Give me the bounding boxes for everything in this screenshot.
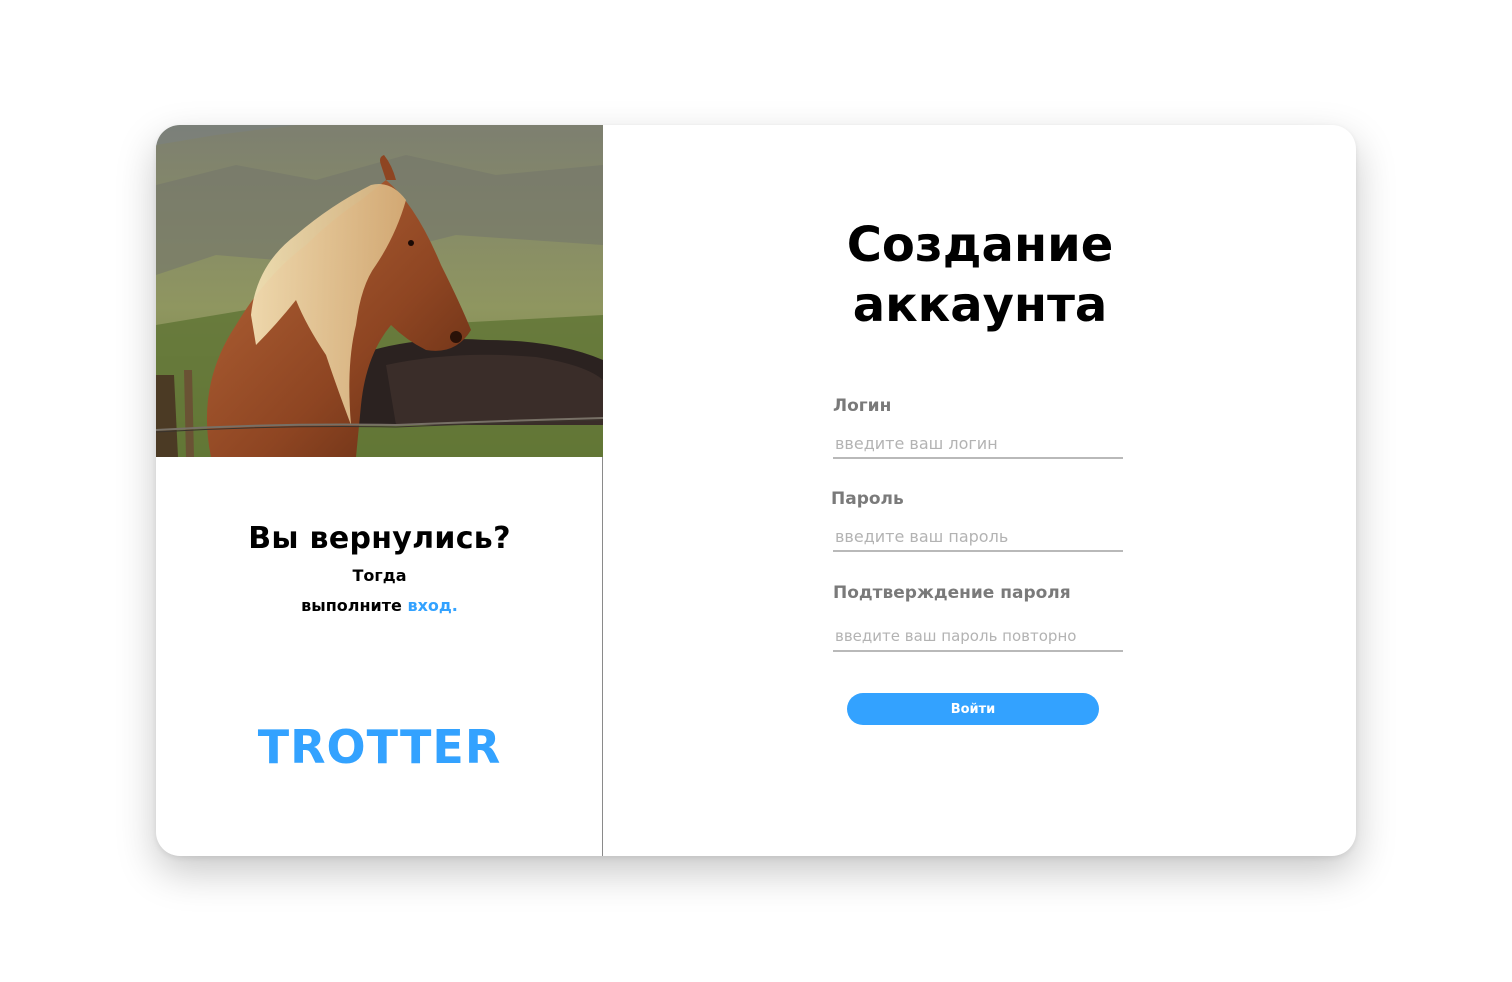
submit-button[interactable]: Войти — [847, 693, 1099, 725]
login-link[interactable]: вход. — [407, 596, 457, 615]
left-panel: Вы вернулись? Тогда выполните вход. TROT… — [156, 125, 603, 856]
return-title: Вы вернулись? — [248, 521, 511, 556]
auth-card: Вы вернулись? Тогда выполните вход. TROT… — [156, 125, 1356, 856]
confirm-password-input[interactable] — [833, 622, 1123, 652]
password-input[interactable] — [833, 522, 1123, 552]
brand-logo: TROTTER — [257, 720, 502, 774]
page-title: Создание аккаунта — [760, 215, 1200, 335]
confirm-password-label: Подтверждение пароля — [833, 583, 1071, 603]
return-subtitle-line1: Тогда — [352, 566, 407, 585]
return-prefix: выполните — [301, 596, 408, 615]
password-label: Пароль — [831, 489, 904, 509]
return-subtitle-line2: выполните вход. — [156, 596, 603, 615]
login-input[interactable] — [833, 429, 1123, 459]
horse-photo — [156, 125, 603, 457]
title-line1: Создание — [846, 217, 1114, 273]
title-line2: аккаунта — [852, 277, 1108, 333]
login-label: Логин — [833, 396, 892, 416]
